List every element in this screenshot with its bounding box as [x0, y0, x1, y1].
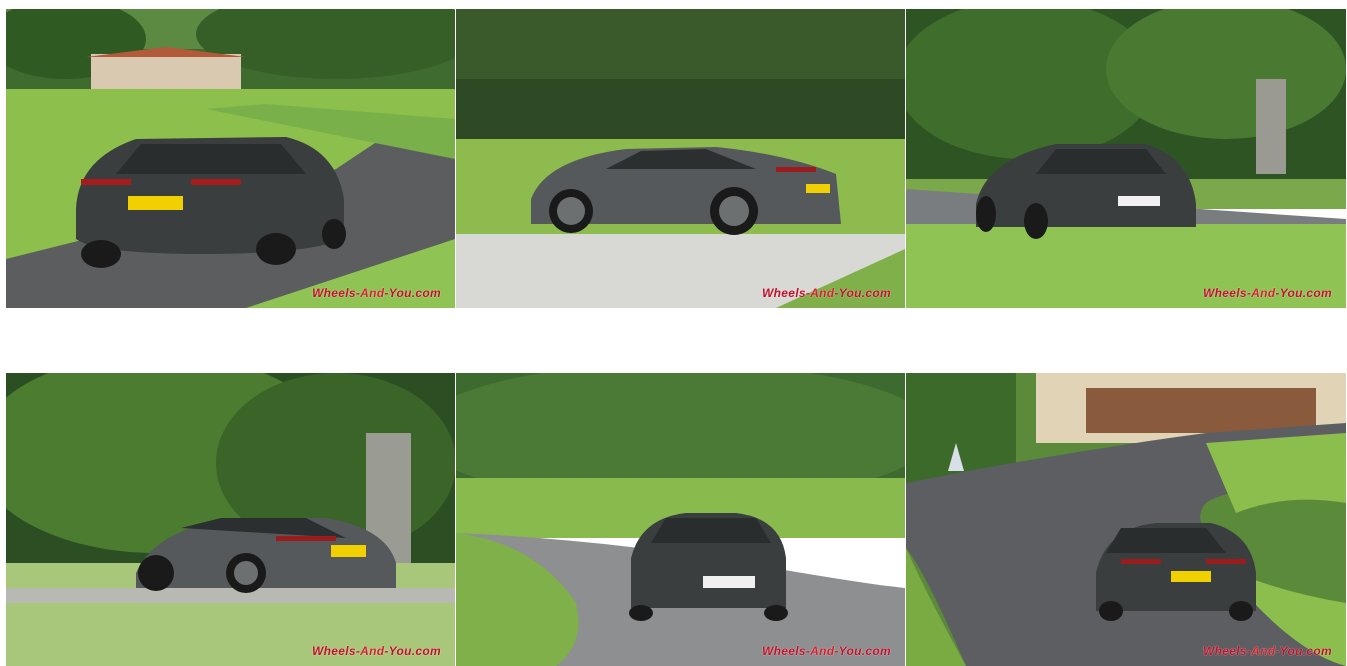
watermark-3: Wheels-And-You.com: [1203, 286, 1332, 300]
gallery-photo-2[interactable]: Wheels-And-You.com: [456, 9, 905, 308]
gallery-photo-5[interactable]: Wheels-And-You.com: [456, 373, 905, 666]
photo-2-image: [456, 9, 905, 308]
watermark-1: Wheels-And-You.com: [312, 286, 441, 300]
gallery-photo-4[interactable]: Wheels-And-You.com: [6, 373, 455, 666]
watermark-6: Wheels-And-You.com: [1203, 644, 1332, 658]
gallery-photo-3[interactable]: Wheels-And-You.com: [906, 9, 1346, 308]
watermark-5: Wheels-And-You.com: [762, 644, 891, 658]
watermark-4: Wheels-And-You.com: [312, 644, 441, 658]
photo-gallery: Wheels-And-You.com Wheels-And-You.com Wh…: [0, 0, 1347, 666]
photo-1-image: [6, 9, 455, 308]
photo-4-image: [6, 373, 455, 666]
photo-5-image: [456, 373, 905, 666]
photo-3-image: [906, 9, 1346, 308]
gallery-photo-1[interactable]: Wheels-And-You.com: [6, 9, 455, 308]
watermark-2: Wheels-And-You.com: [762, 286, 891, 300]
photo-6-image: [906, 373, 1346, 666]
gallery-photo-6[interactable]: Wheels-And-You.com: [906, 373, 1346, 666]
